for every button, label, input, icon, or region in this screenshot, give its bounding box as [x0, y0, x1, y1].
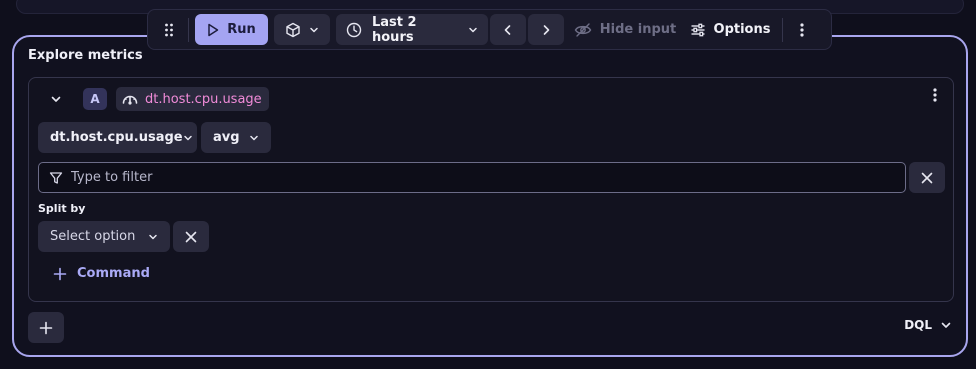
close-icon — [921, 172, 933, 184]
more-vertical-icon — [800, 22, 804, 37]
query-toolbar: Run Last 2 hours Hide input Options — [147, 9, 832, 50]
query-more-button[interactable] — [933, 88, 937, 102]
eye-off-icon — [574, 22, 592, 38]
clear-split-by-button[interactable] — [173, 221, 209, 252]
hide-input-label: Hide input — [599, 22, 677, 37]
drag-grip-icon — [164, 23, 174, 37]
explore-metrics-panel: Explore metrics A dt.host.cpu.usage dt.h — [12, 35, 968, 357]
timeframe-next-button[interactable] — [528, 14, 564, 45]
cube-icon — [285, 22, 301, 38]
close-icon — [185, 231, 197, 243]
toolbar-divider — [188, 17, 189, 42]
chevron-down-icon — [309, 25, 319, 35]
filter-input[interactable] — [71, 170, 851, 185]
split-by-select-value: Select option — [50, 229, 136, 244]
query-header: A dt.host.cpu.usage — [43, 86, 269, 112]
chevron-down-icon — [940, 319, 952, 331]
filter-icon — [49, 171, 63, 185]
aggregation-select-value: avg — [213, 130, 240, 145]
options-button[interactable]: Options — [682, 14, 778, 45]
aggregation-select[interactable]: avg — [201, 122, 271, 153]
chevron-down-icon — [183, 133, 193, 143]
chevron-right-icon — [541, 24, 551, 36]
add-command-label: Command — [77, 266, 150, 281]
query-mode-dropdown[interactable]: DQL — [904, 318, 952, 332]
sliders-icon — [690, 23, 706, 37]
chevron-down-icon — [50, 93, 62, 105]
collapse-query-button[interactable] — [43, 86, 69, 112]
metric-key-chip[interactable]: dt.host.cpu.usage — [116, 87, 269, 111]
query-block: A dt.host.cpu.usage dt.host.cpu.usage av… — [28, 77, 954, 302]
query-mode-label: DQL — [904, 318, 932, 332]
clear-filter-button[interactable] — [909, 162, 945, 193]
add-query-button[interactable] — [28, 312, 64, 343]
play-icon — [207, 23, 219, 37]
timeframe-label: Last 2 hours — [372, 14, 417, 45]
plus-icon — [39, 321, 53, 335]
plus-icon — [53, 267, 67, 281]
segment-selector-button[interactable] — [274, 14, 330, 45]
timeframe-previous-button[interactable] — [490, 14, 526, 45]
timeframe-selector[interactable]: Last 2 hours — [336, 14, 488, 45]
clock-icon — [346, 22, 362, 38]
toolbar-more-button[interactable] — [787, 14, 817, 45]
chevron-left-icon — [503, 24, 513, 36]
run-label: Run — [227, 22, 256, 37]
filter-field[interactable] — [38, 162, 906, 193]
metric-select[interactable]: dt.host.cpu.usage — [38, 122, 197, 153]
hide-input-button[interactable]: Hide input — [570, 14, 680, 45]
split-by-label: Split by — [38, 202, 86, 215]
run-button[interactable]: Run — [195, 14, 268, 45]
split-by-select[interactable]: Select option — [38, 221, 170, 252]
chevron-down-icon — [468, 25, 478, 35]
panel-title: Explore metrics — [28, 48, 143, 63]
options-label: Options — [713, 22, 771, 37]
chevron-down-icon — [249, 133, 259, 143]
toolbar-divider — [782, 17, 783, 42]
more-vertical-icon — [933, 88, 937, 102]
metric-key-label: dt.host.cpu.usage — [145, 91, 262, 107]
query-letter-badge: A — [83, 88, 107, 110]
drag-handle[interactable] — [154, 14, 184, 45]
metric-select-value: dt.host.cpu.usage — [50, 130, 183, 145]
chevron-down-icon — [148, 232, 158, 242]
add-command-button[interactable]: Command — [53, 266, 150, 281]
gauge-icon — [121, 91, 139, 107]
